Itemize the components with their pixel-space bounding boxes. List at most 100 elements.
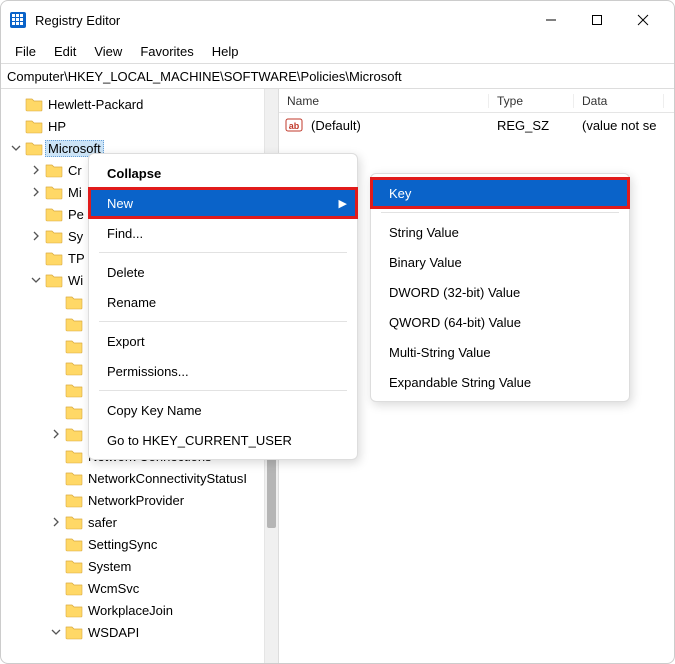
folder-icon [45,162,63,178]
titlebar: Registry Editor [1,1,674,39]
context-menu-item[interactable]: DWORD (32-bit) Value [371,277,629,307]
window-title: Registry Editor [35,13,120,28]
context-menu-item[interactable]: Go to HKEY_CURRENT_USER [89,425,357,455]
folder-icon [45,228,63,244]
context-menu-label: DWORD (32-bit) Value [389,285,520,300]
list-row[interactable]: ab (Default) REG_SZ (value not se [279,113,674,137]
context-menu-item[interactable]: Key [371,178,629,208]
chevron-right-icon[interactable] [29,185,43,199]
context-menu-label: QWORD (64-bit) Value [389,315,521,330]
context-menu-item[interactable]: New▶ [89,188,357,218]
regedit-icon [9,11,27,29]
folder-icon [65,360,83,376]
context-submenu-new: Key String Value Binary Value DWORD (32-bit… [370,173,630,402]
tree-item-label: NetworkProvider [85,492,187,509]
tree-row[interactable]: WSDAPI [3,621,278,643]
chevron-right-icon[interactable] [49,427,63,441]
tree-item-label: Mi [65,184,85,201]
folder-icon [25,118,43,134]
tree-row[interactable]: HP [3,115,278,137]
folder-icon [65,382,83,398]
string-value-icon: ab [285,116,303,134]
folder-icon [65,536,83,552]
chevron-down-icon[interactable] [29,273,43,287]
maximize-button[interactable] [574,4,620,36]
folder-icon [25,96,43,112]
context-menu-label: Permissions... [107,364,189,379]
tree-row[interactable]: WcmSvc [3,577,278,599]
cell-name: (Default) [303,118,489,133]
menu-view[interactable]: View [86,42,130,61]
folder-icon [65,316,83,332]
chevron-right-icon[interactable] [29,229,43,243]
close-button[interactable] [620,4,666,36]
tree-item-label: Sy [65,228,86,245]
folder-icon [65,448,83,464]
context-menu-item[interactable]: Multi-String Value [371,337,629,367]
tree-row[interactable]: NetworkConnectivityStatusI [3,467,278,489]
tree-item-label: Cr [65,162,85,179]
context-menu-item[interactable]: Collapse [89,158,357,188]
minimize-button[interactable] [528,4,574,36]
context-menu-item[interactable]: Find... [89,218,357,248]
chevron-down-icon[interactable] [49,625,63,639]
menu-separator [99,390,347,391]
tree-item-label: Hewlett-Packard [45,96,146,113]
folder-icon [65,338,83,354]
folder-icon [65,624,83,640]
folder-icon [65,294,83,310]
context-menu-item[interactable]: Permissions... [89,356,357,386]
tree-row[interactable]: safer [3,511,278,533]
tree-item-label: NetworkConnectivityStatusI [85,470,250,487]
chevron-right-icon[interactable] [29,163,43,177]
address-bar[interactable]: Computer\HKEY_LOCAL_MACHINE\SOFTWARE\Pol… [1,63,674,89]
context-menu-label: Go to HKEY_CURRENT_USER [107,433,292,448]
folder-icon [65,404,83,420]
context-menu-item[interactable]: Expandable String Value [371,367,629,397]
menu-separator [99,321,347,322]
folder-icon [65,470,83,486]
context-menu-item[interactable]: Binary Value [371,247,629,277]
tree-row[interactable]: System [3,555,278,577]
context-menu-item[interactable]: Rename [89,287,357,317]
tree-item-label: SettingSync [85,536,160,553]
tree-item-label: safer [85,514,120,531]
tree-row[interactable]: WorkplaceJoin [3,599,278,621]
menu-separator [99,252,347,253]
col-type[interactable]: Type [489,94,574,108]
menu-edit[interactable]: Edit [46,42,84,61]
tree-row[interactable]: SettingSync [3,533,278,555]
list-header: Name Type Data [279,89,674,113]
cell-data: (value not se [574,118,664,133]
col-name[interactable]: Name [279,94,489,108]
context-menu-label: Binary Value [389,255,462,270]
menu-help[interactable]: Help [204,42,247,61]
folder-icon [65,558,83,574]
tree-item-label: TP [65,250,88,267]
tree-row[interactable]: Hewlett-Packard [3,93,278,115]
context-menu-label: Rename [107,295,156,310]
tree-item-label: HP [45,118,69,135]
menu-favorites[interactable]: Favorites [132,42,201,61]
context-menu-label: Key [389,186,411,201]
tree-item-label: WorkplaceJoin [85,602,176,619]
folder-icon [65,514,83,530]
chevron-right-icon[interactable] [49,515,63,529]
folder-icon [45,206,63,222]
context-menu-label: Delete [107,265,145,280]
tree-item-label: System [85,558,134,575]
tree-item-label: WcmSvc [85,580,142,597]
cell-type: REG_SZ [489,118,574,133]
tree-row[interactable]: NetworkProvider [3,489,278,511]
context-menu-item[interactable]: Delete [89,257,357,287]
folder-icon [65,602,83,618]
context-menu-item[interactable]: QWORD (64-bit) Value [371,307,629,337]
context-menu-item[interactable]: String Value [371,217,629,247]
chevron-down-icon[interactable] [9,141,23,155]
context-menu-item[interactable]: Export [89,326,357,356]
folder-icon [45,250,63,266]
context-menu-item[interactable]: Copy Key Name [89,395,357,425]
col-data[interactable]: Data [574,94,664,108]
menu-file[interactable]: File [7,42,44,61]
svg-text:ab: ab [289,121,300,131]
